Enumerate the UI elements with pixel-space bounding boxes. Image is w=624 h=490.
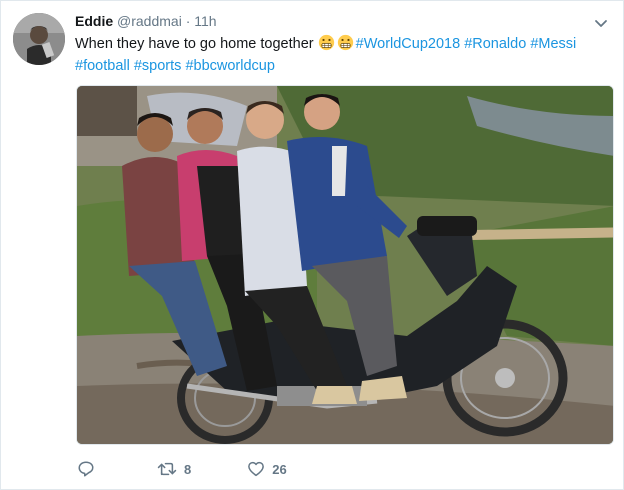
tweet-text: When they have to go home together #Worl… [75,33,615,77]
separator-dot: · [185,13,191,29]
retweet-icon [157,462,177,476]
tweet-card: Eddie @raddmai · 11h When they have to g… [0,0,624,490]
reply-button[interactable] [77,460,95,478]
hashtag-link[interactable]: #sports [134,58,182,74]
like-count: 26 [272,461,287,477]
chevron-down-icon[interactable] [593,15,609,31]
tweet-header: Eddie @raddmai · 11h [75,12,217,30]
hashtag-link[interactable]: #Ronaldo [464,36,526,52]
display-name[interactable]: Eddie [75,13,113,29]
hashtag-link[interactable]: #Messi [530,36,576,52]
grimacing-emoji-icon [337,34,353,51]
like-button[interactable]: 26 [247,460,287,478]
user-handle[interactable]: @raddmai [117,13,182,29]
hashtag-link[interactable]: #WorldCup2018 [356,36,461,52]
grimacing-emoji-icon [318,34,334,51]
heart-icon [248,461,265,477]
retweet-button[interactable]: 8 [157,460,191,478]
reply-icon [78,461,94,477]
avatar[interactable] [13,13,65,65]
tweet-media-photo[interactable] [76,85,614,445]
tweet-text-body: When they have to go home together [75,36,318,52]
tweet-actions: 8 26 [77,459,287,479]
timestamp[interactable]: 11h [194,13,216,29]
hashtag-link[interactable]: #bbcworldcup [185,58,274,74]
retweet-count: 8 [184,461,192,477]
hashtag-link[interactable]: #football [75,58,130,74]
motorbike-photo [77,86,613,444]
